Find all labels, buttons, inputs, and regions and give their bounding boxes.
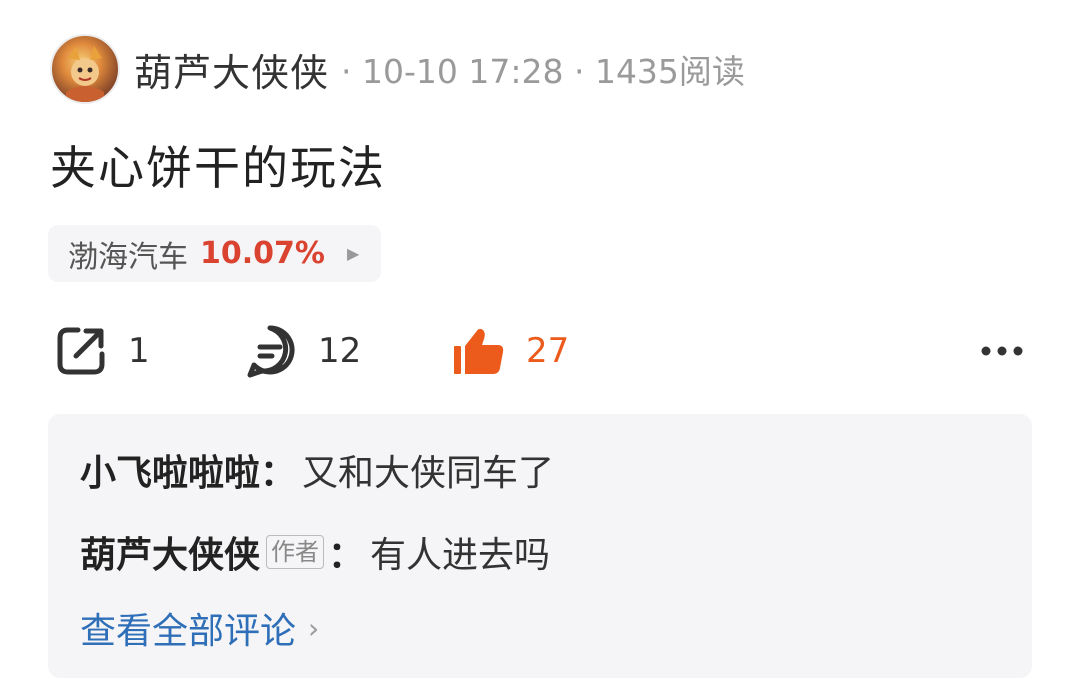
post-header: 葫芦大侠侠 · 10-10 17:28 · 1435阅读 xyxy=(50,34,745,104)
author-avatar[interactable] xyxy=(50,34,120,104)
author-name[interactable]: 葫芦大侠侠 xyxy=(134,42,329,97)
more-dots-icon xyxy=(981,346,1023,356)
view-all-label: 查看全部评论 xyxy=(80,611,297,652)
stock-tag[interactable]: 渤海汽车 10.07% ▶ xyxy=(48,225,382,282)
share-icon xyxy=(57,327,105,375)
share-button[interactable]: 1 xyxy=(54,322,150,380)
post-meta: · 10-10 17:28 · 1435阅读 xyxy=(341,52,745,91)
view-all-comments-link[interactable]: 查看全部评论 › xyxy=(80,602,319,654)
chevron-right-icon: › xyxy=(308,611,320,645)
stock-change: 10.07% xyxy=(200,236,325,271)
comment-item[interactable]: 葫芦大侠侠 作者 ： 有人进去吗 xyxy=(80,526,550,578)
commenter-name[interactable]: 葫芦大侠侠 xyxy=(80,526,260,578)
like-count: 27 xyxy=(526,331,570,371)
author-badge: 作者 xyxy=(266,535,325,569)
like-button[interactable]: 27 xyxy=(452,322,569,380)
action-bar: 1 12 27 xyxy=(50,322,1030,380)
stock-name: 渤海汽车 xyxy=(68,239,188,275)
comment-text: 有人进去吗 xyxy=(370,535,551,576)
comment-count: 12 xyxy=(318,331,362,371)
more-button[interactable] xyxy=(980,322,1024,380)
commenter-name[interactable]: 小飞啦啦啦 xyxy=(80,444,260,496)
comment-item[interactable]: 小飞啦啦啦 ： 又和大侠同车了 xyxy=(80,444,554,496)
comment-button[interactable]: 12 xyxy=(242,322,361,380)
comment-text: 又和大侠同车了 xyxy=(302,453,555,494)
share-count: 1 xyxy=(128,331,150,371)
comment-preview: 小飞啦啦啦 ： 又和大侠同车了 葫芦大侠侠 作者 ： 有人进去吗 查看全部评论 … xyxy=(48,414,1032,678)
thumbs-up-icon xyxy=(454,328,504,374)
post-title[interactable]: 夹心饼干的玩法 xyxy=(50,132,386,198)
play-arrow-icon: ▶ xyxy=(346,244,360,263)
comment-colon: ： xyxy=(328,535,365,576)
comment-icon xyxy=(247,325,295,378)
avatar-illustration-icon xyxy=(66,46,104,102)
comment-colon: ： xyxy=(260,453,297,494)
